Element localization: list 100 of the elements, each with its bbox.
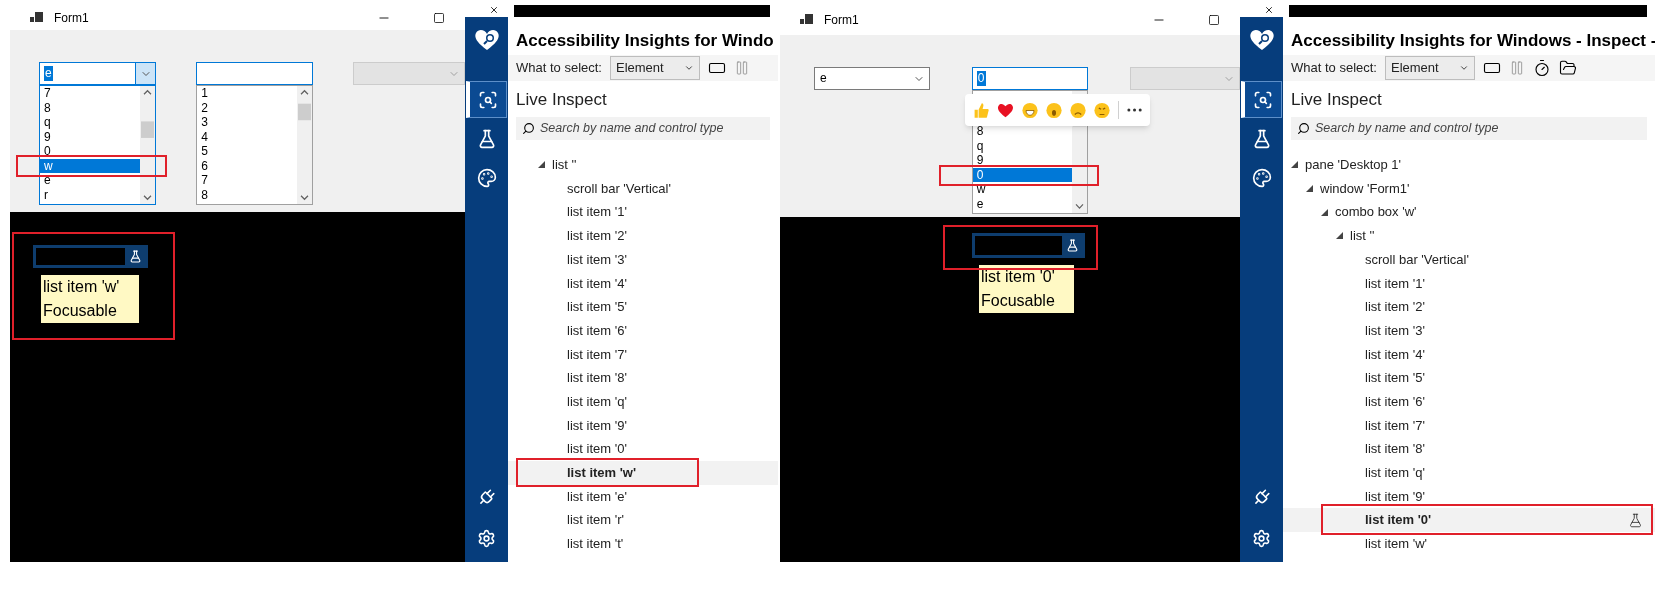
tree-item[interactable]: list item '5'	[508, 295, 778, 319]
combo-box[interactable]: e	[39, 62, 157, 85]
expander-icon[interactable]	[1336, 232, 1343, 240]
timer-icon[interactable]	[1533, 59, 1551, 77]
tree-item[interactable]: pane 'Desktop 1'	[1283, 153, 1655, 177]
expander-icon[interactable]	[1291, 161, 1298, 169]
tree-item[interactable]: list ''	[1283, 224, 1655, 248]
tree-item[interactable]: list item '9'	[1283, 484, 1655, 509]
tree-item[interactable]: list item '1'	[1283, 271, 1655, 296]
tooltip-text: list item 'w'	[43, 277, 121, 297]
list-option[interactable]: 7	[40, 86, 141, 101]
list-option[interactable]: 0	[972, 167, 1072, 182]
list-option[interactable]: e	[972, 196, 1072, 211]
tree-item[interactable]: list item '5'	[1283, 366, 1655, 390]
list-option[interactable]: 5	[197, 144, 298, 159]
heart-icon[interactable]	[996, 101, 1014, 119]
test-button[interactable]	[1062, 236, 1082, 255]
tree-item[interactable]: list item '0'	[508, 437, 778, 461]
combo-box[interactable]: e	[814, 67, 930, 90]
expander-icon[interactable]	[538, 161, 545, 169]
laughing-emoji-icon[interactable]	[1021, 101, 1038, 119]
tree-item[interactable]: list item 'e'	[508, 484, 778, 509]
close-icon[interactable]	[1264, 5, 1274, 15]
scrollbar[interactable]	[297, 86, 313, 204]
tree-item[interactable]: scroll bar 'Vertical'	[1283, 247, 1655, 272]
list-option[interactable]: q	[40, 115, 141, 130]
tree-item[interactable]: list ''	[508, 153, 778, 177]
thumbs-up-icon[interactable]	[972, 101, 989, 119]
tree-item[interactable]: combo box 'w'	[1283, 200, 1655, 225]
search-icon	[1297, 122, 1310, 135]
list-option[interactable]: 8	[197, 187, 298, 202]
search-field[interactable]: Search by name and control type	[1291, 117, 1647, 140]
list-option[interactable]: 1	[197, 86, 298, 101]
combo-box[interactable]: 0	[971, 67, 1088, 90]
nav-button[interactable]	[1241, 81, 1282, 118]
list-option[interactable]: 3	[197, 115, 298, 130]
tree-item[interactable]: list item '4'	[1283, 342, 1655, 367]
list-option[interactable]: w	[40, 158, 141, 173]
tree-item[interactable]: list item '7'	[508, 342, 778, 367]
tree-item[interactable]: list item 'w'	[508, 460, 778, 485]
tree-item[interactable]: list item '2'	[508, 224, 778, 248]
field-label: What to select:	[516, 59, 602, 78]
tree-item[interactable]: list item '3'	[508, 247, 778, 272]
tree-item[interactable]: list item 'q'	[1283, 460, 1655, 485]
tree-item[interactable]: list item 'r'	[508, 508, 778, 532]
tree-item[interactable]: list item '0'	[1283, 508, 1655, 532]
more-icon[interactable]	[1126, 108, 1142, 112]
list-option[interactable]: 6	[197, 158, 298, 173]
test-button[interactable]	[125, 248, 145, 265]
chevron-down-icon	[684, 63, 694, 73]
list-option[interactable]: w	[972, 182, 1072, 197]
list-option[interactable]: 9	[972, 153, 1072, 168]
list-option[interactable]: 8	[972, 124, 1072, 139]
combo-box[interactable]	[196, 62, 314, 85]
tree-item[interactable]: list item '7'	[1283, 413, 1655, 438]
list-option[interactable]: 0	[40, 144, 141, 159]
list-option[interactable]: e	[40, 173, 141, 188]
tree-item[interactable]: list item '6'	[1283, 389, 1655, 414]
maximize-icon[interactable]	[433, 11, 445, 24]
tree-item[interactable]: list item '2'	[1283, 295, 1655, 319]
list-option[interactable]: r	[40, 187, 141, 202]
list-option[interactable]: 8	[40, 100, 141, 115]
settings-icon[interactable]	[1252, 529, 1271, 548]
expander-icon[interactable]	[1321, 208, 1328, 216]
tree-item[interactable]: window 'Form1'	[1283, 176, 1655, 201]
tree-item[interactable]: list item 'w'	[1283, 532, 1655, 556]
app-icon	[30, 11, 44, 24]
search-input[interactable]: Search by name and control type	[1315, 119, 1647, 138]
list-option[interactable]: q	[972, 138, 1072, 153]
tree-item[interactable]: list item '8'	[508, 366, 778, 390]
expander-icon[interactable]	[1306, 185, 1313, 193]
tree-item[interactable]: scroll bar 'Vertical'	[508, 176, 778, 201]
nav-button[interactable]	[466, 81, 507, 118]
list-option[interactable]: 4	[197, 129, 298, 144]
select-dropdown[interactable]: Element	[610, 56, 700, 80]
search-field[interactable]: Search by name and control type	[516, 117, 770, 140]
settings-icon[interactable]	[477, 529, 496, 548]
dropdown-button[interactable]	[135, 63, 156, 84]
tree-item[interactable]: list item '9'	[508, 413, 778, 438]
logo-icon	[473, 29, 500, 51]
list-option[interactable]: 9	[40, 129, 141, 144]
maximize-icon[interactable]	[1208, 14, 1220, 26]
tree-item[interactable]: list item '8'	[1283, 437, 1655, 461]
tree-item[interactable]: list item 't'	[508, 532, 778, 556]
tree-item[interactable]: list item '1'	[508, 200, 778, 225]
tree-item[interactable]: list item '3'	[1283, 318, 1655, 343]
list-option[interactable]: 7	[197, 173, 298, 188]
list-option[interactable]: 2	[197, 100, 298, 115]
flask-icon[interactable]	[1628, 512, 1643, 528]
close-icon[interactable]	[489, 5, 499, 15]
select-dropdown[interactable]: Element	[1385, 56, 1475, 80]
tree-item[interactable]: list item '6'	[508, 318, 778, 343]
search-input[interactable]: Search by name and control type	[540, 119, 770, 138]
angry-emoji-icon[interactable]	[1093, 101, 1110, 119]
folder-icon[interactable]	[1559, 59, 1577, 77]
sad-emoji-icon[interactable]	[1069, 101, 1086, 119]
tree-item[interactable]: list item '4'	[508, 271, 778, 296]
surprised-emoji-icon[interactable]	[1045, 101, 1062, 119]
scrollbar[interactable]	[140, 86, 156, 204]
tree-item[interactable]: list item 'q'	[508, 389, 778, 414]
